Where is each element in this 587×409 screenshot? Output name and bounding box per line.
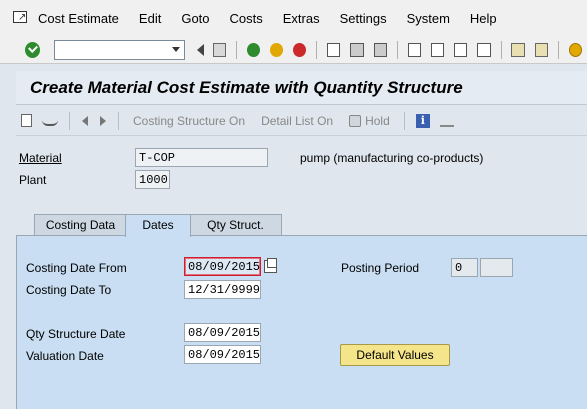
posting-year-field[interactable] — [480, 258, 513, 277]
menu-costs[interactable]: Costs — [230, 11, 263, 26]
costing-date-from-field[interactable]: 08/09/2015 — [184, 257, 261, 276]
print-icon[interactable] — [327, 42, 341, 57]
valuation-date-label: Valuation Date — [26, 349, 104, 363]
display-icon[interactable] — [42, 116, 58, 126]
back-icon[interactable] — [246, 42, 261, 57]
toolbar-separator — [316, 40, 318, 59]
tab-costing-data[interactable]: Costing Data — [34, 214, 127, 236]
previous-page-icon[interactable] — [430, 42, 445, 57]
menu-bar: ↗ Cost Estimate Edit Goto Costs Extras S… — [0, 0, 587, 36]
costing-date-to-label: Costing Date To — [26, 283, 112, 297]
hold-button[interactable]: Hold — [349, 114, 390, 128]
hold-icon — [349, 114, 362, 127]
command-field[interactable] — [53, 39, 185, 60]
menu-cost-estimate[interactable]: Cost Estimate — [38, 11, 119, 26]
create-session-icon[interactable] — [511, 42, 525, 57]
previous-icon[interactable] — [82, 115, 88, 126]
posting-period-field[interactable]: 0 — [451, 258, 478, 277]
exit-icon[interactable] — [270, 42, 284, 57]
costing-date-to-field[interactable]: 12/31/9999 — [184, 280, 261, 299]
costing-structure-on-button[interactable]: Costing Structure On — [133, 114, 245, 128]
plant-label: Plant — [19, 173, 47, 187]
chevron-down-icon[interactable] — [171, 46, 180, 52]
menu-system[interactable]: System — [407, 11, 450, 26]
hold-label: Hold — [365, 113, 390, 128]
valuation-date-field[interactable]: 08/09/2015 — [184, 345, 261, 364]
check-icon[interactable] — [25, 41, 40, 58]
new-document-icon[interactable] — [21, 114, 32, 127]
page-title: Create Material Cost Estimate with Quant… — [30, 78, 463, 97]
next-icon[interactable] — [100, 115, 106, 126]
settings-tool-icon[interactable] — [439, 115, 454, 127]
find-next-icon[interactable] — [373, 42, 387, 57]
first-page-icon[interactable] — [407, 42, 421, 57]
material-field[interactable]: T-COP — [135, 148, 268, 167]
qty-structure-date-field[interactable]: 08/09/2015 — [184, 323, 261, 342]
back-triangle-icon[interactable] — [196, 43, 204, 56]
shortcut-icon[interactable] — [534, 42, 548, 57]
toolbar-separator — [557, 40, 559, 59]
menu-settings[interactable]: Settings — [340, 11, 387, 26]
default-values-button[interactable]: Default Values — [340, 344, 450, 366]
plant-field[interactable]: 1000 — [135, 170, 170, 189]
title-bar: Create Material Cost Estimate with Quant… — [16, 71, 587, 105]
toolbar-separator — [396, 40, 398, 59]
system-menu-icon[interactable]: ↗ — [10, 7, 32, 29]
tab-dates[interactable]: Dates — [125, 214, 191, 237]
help-icon[interactable] — [568, 42, 582, 57]
qty-structure-date-label: Qty Structure Date — [26, 327, 126, 341]
costing-date-from-label: Costing Date From — [26, 261, 127, 275]
toolbar-separator — [236, 40, 237, 59]
toolbar-separator — [403, 111, 405, 130]
detail-list-on-button[interactable]: Detail List On — [261, 114, 333, 128]
next-page-icon[interactable] — [454, 42, 468, 57]
menu-goto[interactable]: Goto — [181, 11, 209, 26]
toolbar-separator — [500, 40, 502, 59]
toolbar-separator — [118, 111, 119, 130]
toolbar-separator — [69, 111, 70, 130]
menu-help[interactable]: Help — [470, 11, 497, 26]
cancel-icon[interactable] — [293, 42, 307, 57]
menu-extras[interactable]: Extras — [283, 11, 320, 26]
save-icon[interactable] — [212, 42, 227, 57]
find-icon[interactable] — [350, 42, 364, 57]
material-description: pump (manufacturing co-products) — [300, 151, 484, 165]
application-toolbar: Costing Structure On Detail List On Hold… — [16, 106, 587, 136]
tab-qty-struct[interactable]: Qty Struct. — [189, 214, 282, 236]
menu-edit[interactable]: Edit — [139, 11, 161, 26]
material-label: Material — [19, 151, 62, 165]
posting-period-label: Posting Period — [341, 261, 420, 275]
calendar-help-icon[interactable] — [264, 258, 277, 273]
info-icon[interactable]: i — [415, 113, 430, 128]
standard-toolbar — [0, 36, 587, 64]
last-page-icon[interactable] — [477, 42, 491, 57]
